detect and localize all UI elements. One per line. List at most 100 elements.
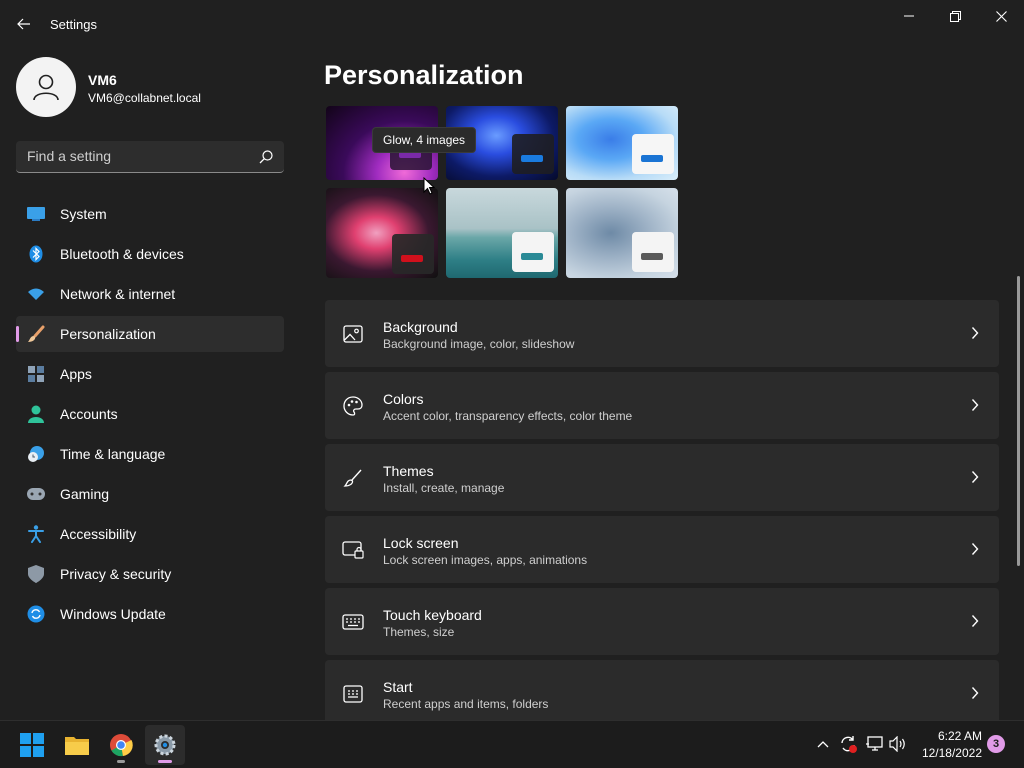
start-menu-icon [342,683,364,705]
setting-title: Touch keyboard [383,607,482,623]
chevron-right-icon [971,399,979,411]
paintbrush-icon [26,324,46,344]
settings-list: Background Background image, color, slid… [325,300,999,732]
app-title: Settings [50,17,97,32]
chevron-right-icon [971,543,979,555]
user-icon [33,74,59,101]
windows-update-icon [26,604,46,624]
sidebar-item-label: Bluetooth & devices [60,246,184,262]
taskbar [0,720,1024,768]
setting-touch-keyboard[interactable]: Touch keyboard Themes, size [325,588,999,655]
sidebar-item-bluetooth[interactable]: Bluetooth & devices [16,236,284,272]
clock-date[interactable]: 12/18/2022 [910,746,982,760]
bluetooth-icon [26,244,46,264]
setting-background[interactable]: Background Background image, color, slid… [325,300,999,367]
sidebar-item-label: Privacy & security [60,566,172,582]
wifi-icon [26,284,46,304]
theme-thumbnail-sunrise[interactable] [446,188,558,278]
search-box [16,141,284,173]
setting-colors[interactable]: Colors Accent color, transparency effect… [325,372,999,439]
close-icon [995,10,1007,22]
sidebar-item-accessibility[interactable]: Accessibility [16,516,284,552]
setting-lock-screen[interactable]: Lock screen Lock screen images, apps, an… [325,516,999,583]
network-tray-icon[interactable] [865,733,885,755]
setting-subtitle: Install, create, manage [383,481,505,495]
chevron-right-icon [971,327,979,339]
chrome-icon [110,734,133,757]
avatar[interactable] [16,57,76,117]
sidebar-item-label: Gaming [60,486,110,502]
theme-thumbnail-flow[interactable] [566,188,678,278]
sidebar-nav: System Bluetooth & devices Network & int… [16,196,284,636]
mouse-cursor-icon [423,177,435,195]
sidebar-item-apps[interactable]: Apps [16,356,284,392]
sidebar-item-label: Time & language [60,446,166,462]
setting-title: Colors [383,391,424,407]
back-button[interactable] [8,10,40,38]
palette-icon [342,395,364,417]
clock-time[interactable]: 6:22 AM [910,729,982,743]
sidebar-item-label: System [60,206,107,222]
sidebar-item-label: Personalization [60,326,156,342]
accounts-icon [26,404,46,424]
start-button[interactable] [12,725,52,765]
system-icon [26,204,46,224]
title-bar: Settings [0,0,1024,48]
setting-title: Lock screen [383,535,459,551]
shield-icon [26,564,46,584]
sidebar-item-system[interactable]: System [16,196,284,232]
sidebar-item-accounts[interactable]: Accounts [16,396,284,432]
setting-themes[interactable]: Themes Install, create, manage [325,444,999,511]
sidebar-item-gaming[interactable]: Gaming [16,476,284,512]
chrome-button[interactable] [101,725,141,765]
theme-thumbnail-captured-motion[interactable] [326,188,438,278]
page-title: Personalization [324,60,524,90]
show-hidden-icons-button[interactable] [813,733,833,755]
search-icon[interactable] [258,149,274,165]
theme-thumbnail-bloom-light[interactable] [566,106,678,180]
volume-tray-icon[interactable] [889,733,909,755]
setting-title: Background [383,319,458,335]
setting-subtitle: Lock screen images, apps, animations [383,553,588,567]
chevron-up-icon [817,741,829,748]
user-name: VM6 [88,72,117,88]
controller-icon [26,484,46,504]
notification-badge[interactable]: 3 [987,735,1005,753]
clock-globe-icon [26,444,46,464]
folder-icon [65,737,89,755]
file-explorer-button[interactable] [57,725,97,765]
sidebar-item-label: Apps [60,366,92,382]
brush-icon [342,467,364,489]
setting-subtitle: Themes, size [383,625,455,639]
sidebar-item-time-language[interactable]: Time & language [16,436,284,472]
settings-taskbar-button[interactable] [145,725,185,765]
sidebar-item-personalization[interactable]: Personalization [16,316,284,352]
setting-start[interactable]: Start Recent apps and items, folders [325,660,999,727]
windows-logo-icon [20,733,44,757]
setting-subtitle: Background image, color, slideshow [383,337,575,351]
active-indicator [158,760,172,763]
restore-button[interactable] [932,0,978,32]
setting-subtitle: Recent apps and items, folders [383,697,549,711]
sync-tray-icon[interactable] [838,733,858,755]
chevron-right-icon [971,471,979,483]
sync-alert-icon [841,736,857,753]
close-button[interactable] [978,0,1024,32]
minimize-button[interactable] [886,0,932,32]
restore-icon [949,10,961,22]
accessibility-icon [26,524,46,544]
back-arrow-icon [17,18,30,30]
apps-icon [26,364,46,384]
ethernet-icon [866,736,883,751]
lock-screen-icon [342,539,364,561]
image-icon [342,323,364,345]
search-input[interactable] [16,141,252,171]
sidebar-item-network[interactable]: Network & internet [16,276,284,312]
gear-icon [154,734,176,756]
sidebar-item-privacy[interactable]: Privacy & security [16,556,284,592]
sidebar-item-label: Accessibility [60,526,137,542]
keyboard-icon [342,611,364,633]
setting-title: Start [383,679,413,695]
scrollbar[interactable] [1017,276,1020,566]
sidebar-item-windows-update[interactable]: Windows Update [16,596,284,632]
